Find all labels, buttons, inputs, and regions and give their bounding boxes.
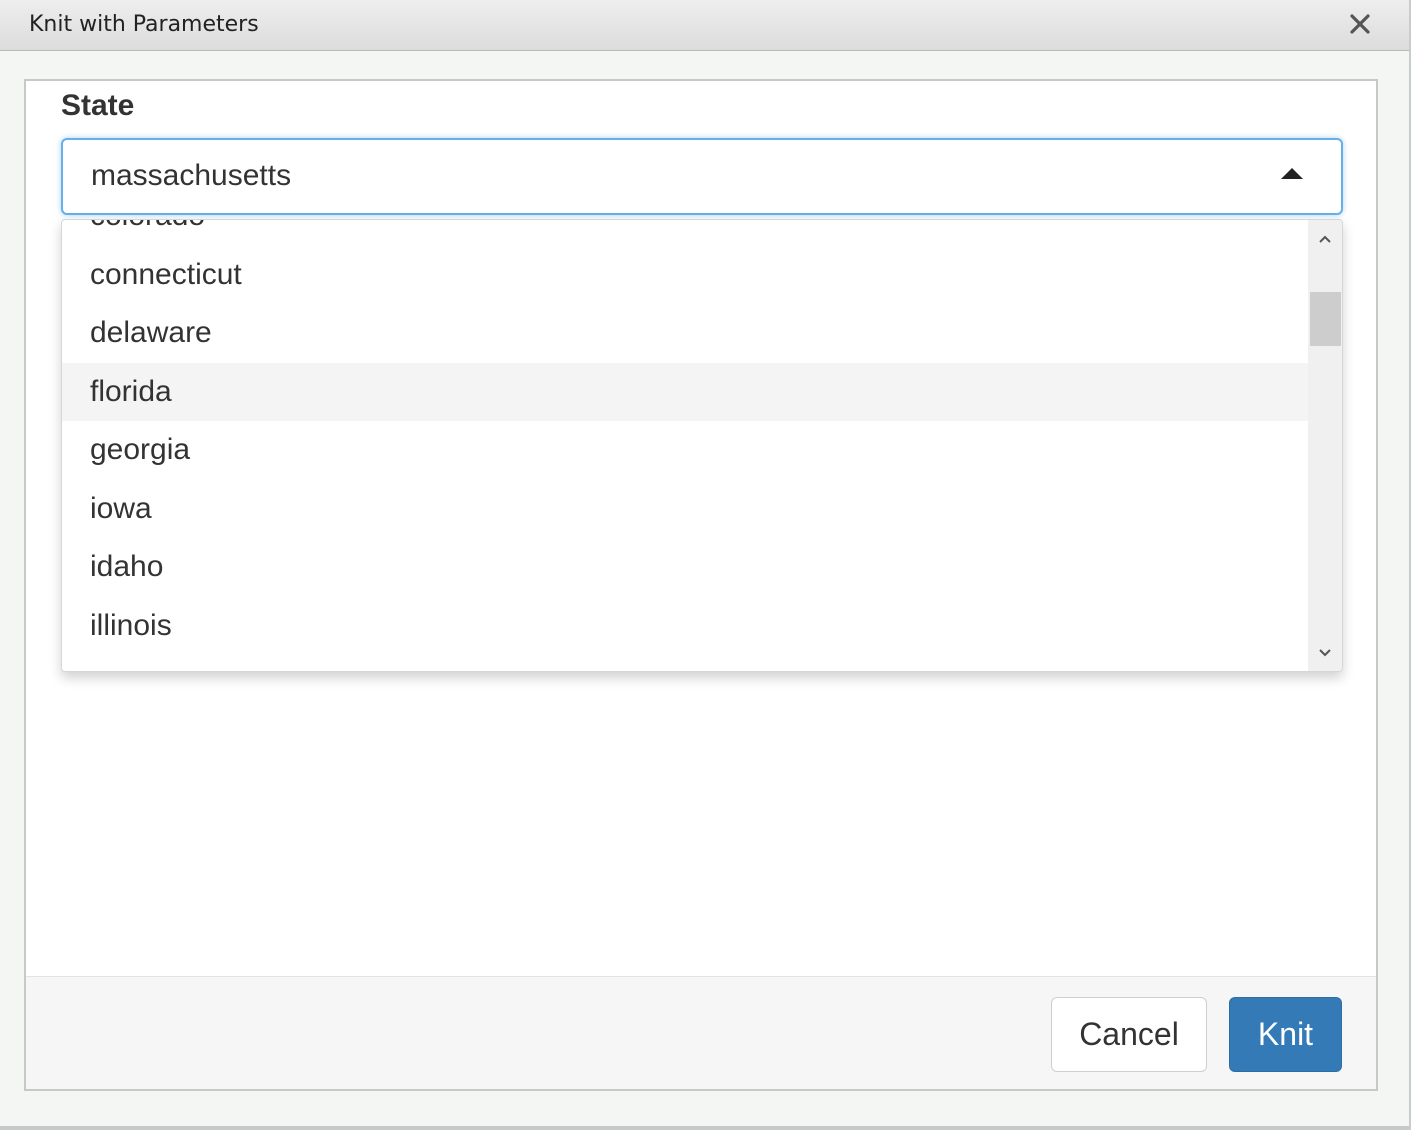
window-bottom-edge (0, 1126, 1409, 1130)
knit-button[interactable]: Knit (1229, 997, 1342, 1072)
option-connecticut[interactable]: connecticut (62, 246, 1308, 305)
dialog-title: Knit with Parameters (29, 12, 259, 37)
state-selected-value: massachusetts (91, 159, 292, 192)
scroll-up-button[interactable] (1308, 222, 1342, 256)
chevron-down-icon (1319, 649, 1331, 657)
state-select[interactable]: massachusetts (61, 138, 1343, 215)
state-label: State (61, 89, 135, 122)
option-iowa[interactable]: iowa (62, 480, 1308, 539)
state-dropdown-list: colorado connecticut delaware florida ge… (61, 219, 1343, 672)
option-georgia[interactable]: georgia (62, 421, 1308, 480)
dialog-footer: Cancel Knit (26, 976, 1376, 1089)
option-delaware[interactable]: delaware (62, 304, 1308, 363)
dropdown-scrollbar[interactable] (1308, 220, 1342, 671)
caret-up-icon (1281, 168, 1303, 179)
option-idaho[interactable]: idaho (62, 538, 1308, 597)
option-illinois[interactable]: illinois (62, 597, 1308, 656)
close-button[interactable] (1342, 6, 1378, 42)
dialog-titlebar: Knit with Parameters (0, 0, 1409, 51)
scroll-thumb[interactable] (1310, 292, 1341, 346)
scroll-down-button[interactable] (1308, 636, 1342, 670)
dialog-body: State massachusetts colorado connecticut… (24, 79, 1378, 1091)
dropdown-options: colorado connecticut delaware florida ge… (62, 220, 1308, 656)
chevron-up-icon (1319, 235, 1331, 243)
cancel-button[interactable]: Cancel (1051, 997, 1207, 1072)
option-florida[interactable]: florida (62, 362, 1308, 421)
close-icon (1350, 14, 1370, 34)
option-colorado[interactable]: colorado (62, 220, 1308, 246)
